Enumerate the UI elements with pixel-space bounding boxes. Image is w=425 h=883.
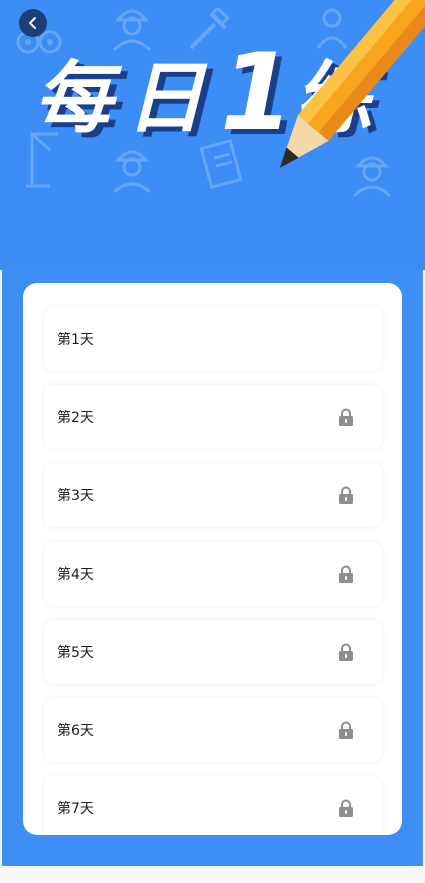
title-char-1: 日 (126, 54, 208, 144)
chevron-left-icon (29, 17, 36, 29)
lock-icon (339, 408, 353, 426)
day-row[interactable]: 第6天 (44, 698, 382, 762)
back-button[interactable] (19, 9, 47, 37)
day-row[interactable]: 第3天 (44, 463, 382, 527)
lock-icon (339, 486, 353, 504)
daily-practice-page: 每 每 日 日 1 1 练 练 (0, 0, 425, 883)
day-label: 第4天 (57, 567, 94, 583)
day-label: 第6天 (57, 723, 94, 739)
day-label: 第2天 (57, 410, 94, 426)
day-label: 第1天 (57, 332, 94, 348)
lock-icon (339, 721, 353, 739)
day-label: 第7天 (57, 801, 94, 817)
day-list-card: 第1天第2天第3天第4天第5天第6天第7天 (23, 283, 402, 835)
day-row[interactable]: 第5天 (44, 620, 382, 684)
pencil-icon (279, 0, 425, 168)
title-char-0: 每 (34, 54, 123, 144)
day-label: 第5天 (57, 645, 94, 661)
lock-icon (339, 643, 353, 661)
day-row[interactable]: 第2天 (44, 385, 382, 449)
header-banner: 每 每 日 日 1 1 练 练 (0, 0, 425, 270)
day-row[interactable]: 第7天 (44, 776, 382, 835)
day-row[interactable]: 第4天 (44, 542, 382, 606)
bottom-bar (0, 866, 425, 883)
lock-icon (339, 565, 353, 583)
day-row[interactable]: 第1天 (44, 307, 382, 371)
day-label: 第3天 (57, 488, 94, 504)
lock-icon (339, 799, 353, 817)
